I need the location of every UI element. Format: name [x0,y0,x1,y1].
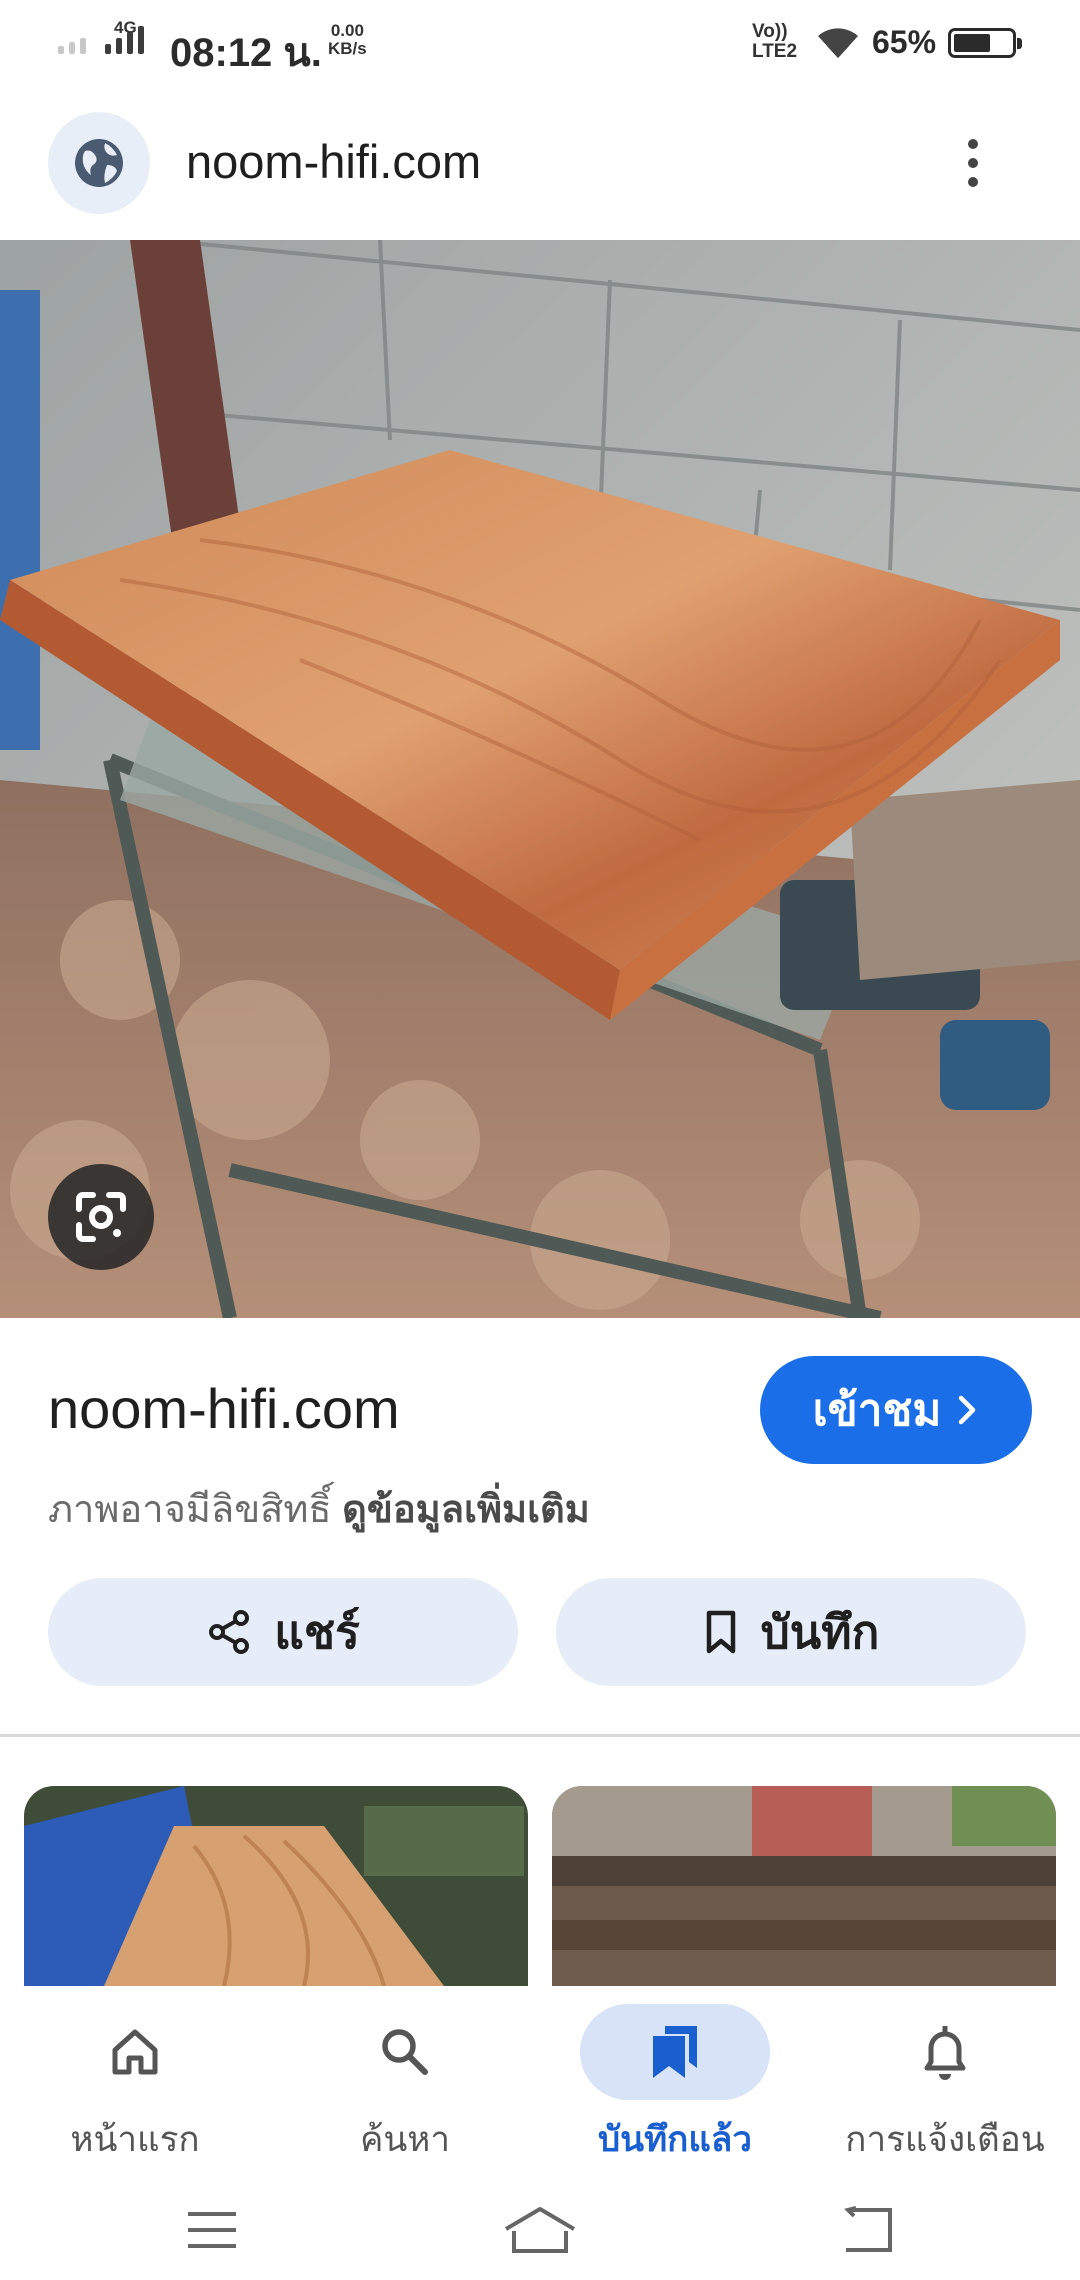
bell-icon [850,2004,1040,2100]
google-lens-icon[interactable] [48,1164,154,1270]
wifi-icon [818,28,858,58]
battery-icon [948,28,1022,58]
saved-icon [580,2004,770,2100]
nav-notifications[interactable]: การแจ้งเตือน [810,1986,1080,2176]
system-navigation-bar [0,2176,1080,2280]
copyright-notice: ภาพอาจมีลิขสิทธิ์ ดูข้อมูลเพิ่มเติม [48,1478,590,1539]
recents-menu-icon[interactable] [172,2200,252,2260]
volte-label: Vo)) [752,21,788,42]
lens-glyph [76,1192,126,1242]
home-system-icon[interactable] [500,2200,580,2260]
battery-fill [954,34,990,52]
lte-label: LTE2 [752,41,798,62]
chevron-right-icon [959,1395,976,1425]
network-type: 4G [114,18,137,37]
visit-button-label: เข้าชม [812,1386,942,1435]
globe-icon[interactable] [48,112,150,214]
network-speed: 0.00 KB/s [328,22,367,58]
globe-glyph [75,139,123,187]
volte-indicator: Vo)) LTE2 [752,22,797,62]
share-button[interactable]: แชร์ [48,1578,518,1686]
copyright-text: ภาพอาจมีลิขสิทธิ์ [48,1489,332,1531]
home-icon [40,2004,230,2100]
source-name: noom-hifi.com [48,1377,400,1440]
timber-stack-thumbnail [552,1786,1056,1986]
nav-saved-label: บันทึกแล้ว [597,2120,753,2159]
page-title: noom-hifi.com [186,135,482,188]
visit-button[interactable]: เข้าชม [760,1356,1032,1464]
related-thumbnail[interactable] [552,1786,1056,1986]
clock: 08:12 น. [170,31,322,75]
divider [0,1734,1080,1737]
save-button[interactable]: บันทึก [556,1578,1026,1686]
wooden-slab-image [0,240,1080,1318]
nav-home-label: หน้าแรก [70,2120,200,2159]
battery-percent: 65% [872,24,937,60]
network-speed-value: 0.00 [330,21,364,40]
search-icon [310,2004,500,2100]
wood-slab-thumbnail [24,1786,528,1986]
status-bar: 4G 08:12 น. 0.00 KB/s Vo)) LTE2 65% [0,0,1080,88]
image-viewer-screen: 4G 08:12 น. 0.00 KB/s Vo)) LTE2 65% noom… [0,0,1080,2280]
share-icon [209,1610,250,1654]
nav-notifications-label: การแจ้งเตือน [845,2120,1045,2159]
share-label: แชร์ [274,1605,360,1658]
nav-search-label: ค้นหา [359,2120,451,2159]
bottom-navigation: หน้าแรก ค้นหา บันทึกแล้ว การแจ้งเตือน [0,1986,1080,2176]
nav-search[interactable]: ค้นหา [270,1986,540,2176]
related-thumbnail[interactable] [24,1786,528,1986]
network-speed-unit: KB/s [328,39,367,58]
bookmark-icon [706,1610,735,1654]
nav-saved[interactable]: บันทึกแล้ว [540,1986,810,2176]
back-icon[interactable] [828,2200,908,2260]
more-vert-icon[interactable] [950,130,996,196]
save-label: บันทึก [760,1605,880,1658]
more-info-link[interactable]: ดูข้อมูลเพิ่มเติม [342,1489,590,1531]
top-app-bar: noom-hifi.com [0,100,1080,226]
nav-home[interactable]: หน้าแรก [0,1986,270,2176]
main-image[interactable] [0,240,1080,1318]
